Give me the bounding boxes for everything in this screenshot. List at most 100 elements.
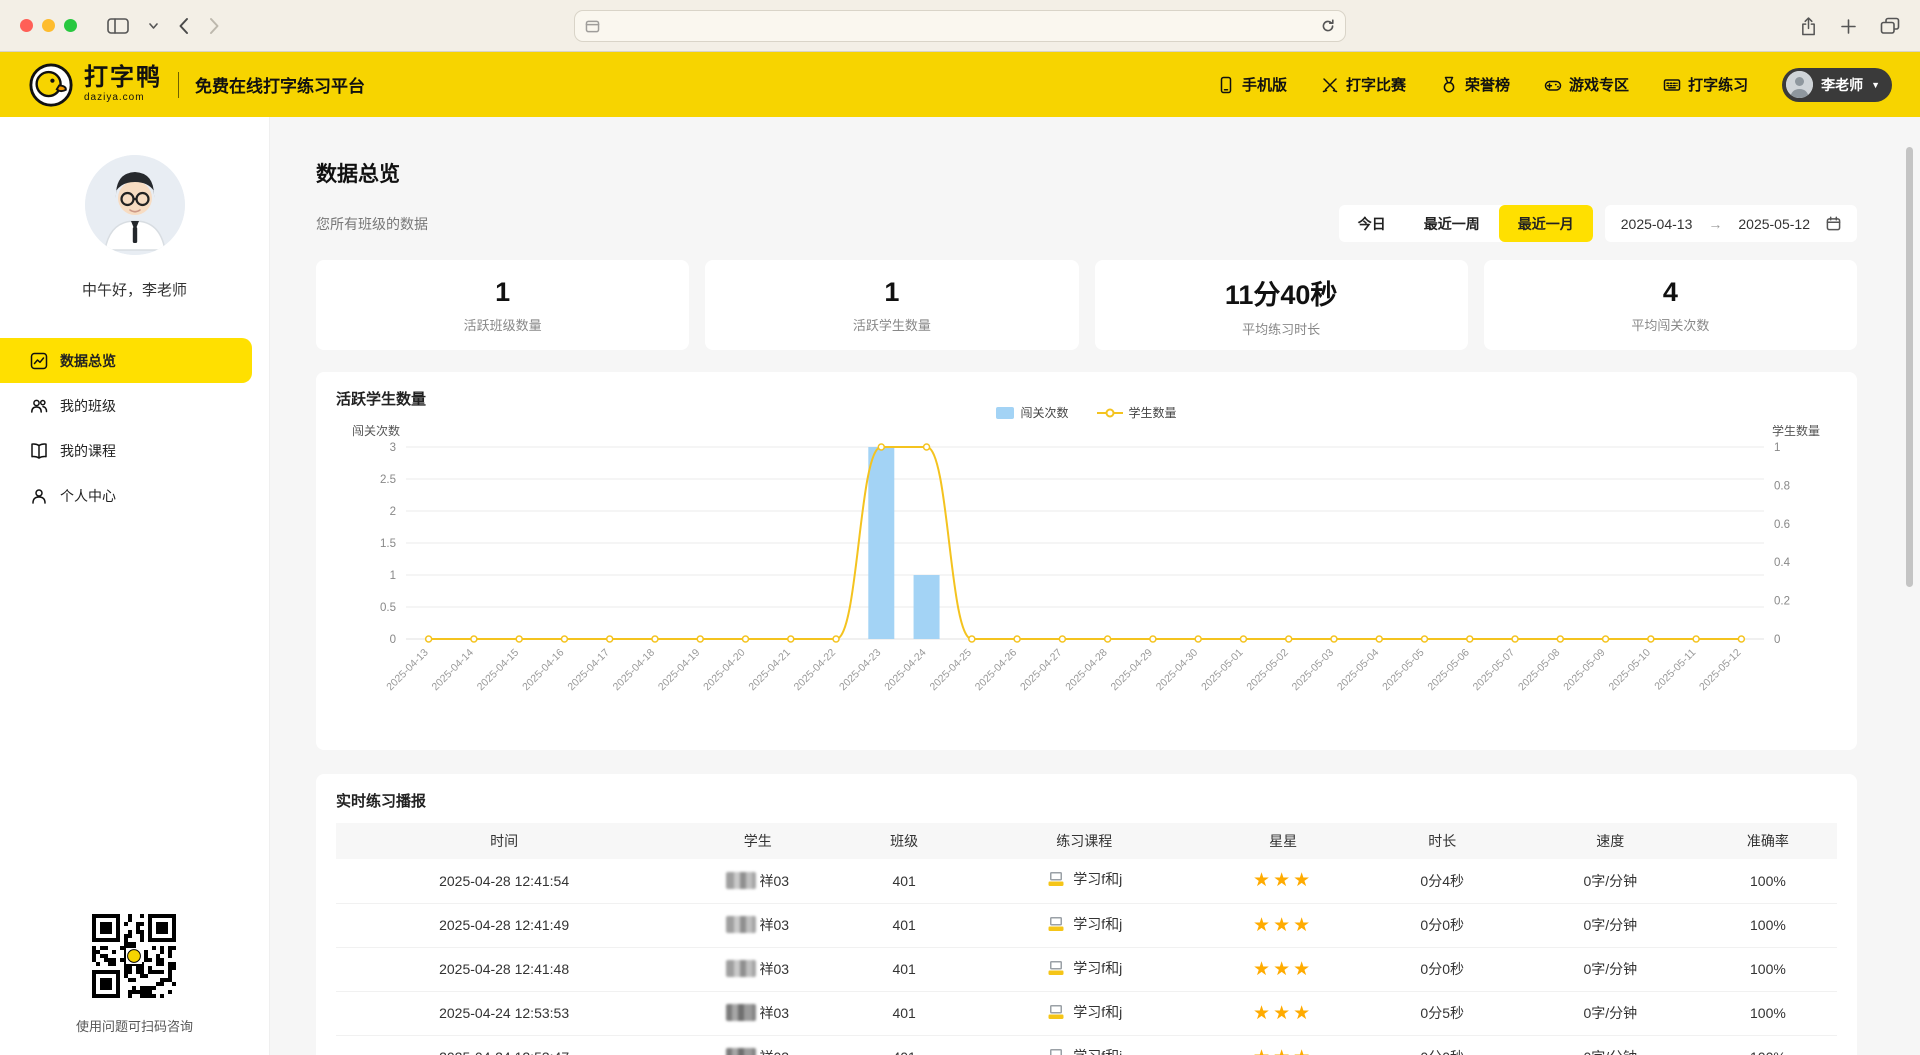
cell-course: 学习f和j [965, 947, 1204, 991]
sidebar: 中午好，李老师 数据总览 我的班级 [0, 117, 270, 1055]
brand-logo[interactable]: 打字鸭 daziya.com [28, 62, 162, 108]
nav-link-mobile[interactable]: 手机版 [1217, 74, 1287, 95]
redacted-name [726, 1048, 756, 1055]
svg-text:2025-04-15: 2025-04-15 [475, 647, 522, 694]
range-tab-today[interactable]: 今日 [1339, 205, 1405, 242]
back-button[interactable] [178, 17, 189, 35]
svg-text:0: 0 [390, 634, 396, 646]
svg-text:2025-04-13: 2025-04-13 [384, 647, 431, 694]
nav-link-practice[interactable]: 打字练习 [1663, 74, 1748, 95]
range-tab-month[interactable]: 最近一月 [1499, 205, 1593, 242]
share-button[interactable] [1800, 16, 1817, 37]
stat-label: 活跃班级数量 [464, 315, 542, 334]
sidebar-item-overview[interactable]: 数据总览 [0, 338, 252, 383]
medal-icon [1440, 76, 1458, 94]
svg-text:0.6: 0.6 [1774, 519, 1790, 531]
svg-text:0.4: 0.4 [1774, 557, 1791, 569]
sidebar-item-label: 数据总览 [60, 351, 116, 371]
cell-stars: ★★★ [1204, 991, 1363, 1035]
svg-text:2025-04-27: 2025-04-27 [1018, 647, 1065, 694]
cell-class: 401 [843, 859, 965, 903]
cell-duration: 0分0秒 [1363, 947, 1522, 991]
nav-links: 手机版 打字比赛 荣誉榜 游戏专区 [1217, 74, 1748, 95]
teacher-avatar [85, 155, 185, 255]
class-icon [30, 397, 48, 415]
minimize-window-button[interactable] [42, 19, 55, 32]
user-menu[interactable]: 李老师 ▼ [1782, 68, 1892, 102]
svg-text:2025-04-14: 2025-04-14 [430, 647, 477, 694]
sidebar-menu: 数据总览 我的班级 我的课程 [0, 338, 269, 518]
nav-link-games[interactable]: 游戏专区 [1544, 74, 1629, 95]
date-end: 2025-05-12 [1738, 216, 1810, 232]
sidebar-item-courses[interactable]: 我的课程 [0, 428, 269, 473]
date-range-picker[interactable]: 2025-04-13 → 2025-05-12 [1605, 205, 1857, 242]
cell-time: 2025-04-28 12:41:54 [336, 859, 672, 903]
table-row: 2025-04-24 12:53:47 祥03 401 学习f和j ★★★ 0分… [336, 1035, 1837, 1055]
refresh-button[interactable] [1321, 19, 1335, 33]
course-icon [1046, 1002, 1066, 1022]
chart-legend: 闯关次数 学生数量 [316, 404, 1857, 421]
legend-item-students[interactable]: 学生数量 [1097, 404, 1177, 421]
divider [178, 72, 179, 98]
activity-chart-card: 活跃学生数量 闯关次数 学生数量 00.511.522.5300.20.40.6… [316, 372, 1857, 750]
stat-card: 1 活跃学生数量 [705, 260, 1078, 350]
sidebar-item-profile[interactable]: 个人中心 [0, 473, 269, 518]
phone-icon [1217, 76, 1235, 94]
cell-duration: 0分4秒 [1363, 859, 1522, 903]
line-swatch-icon [1097, 407, 1123, 419]
svg-text:2: 2 [390, 506, 396, 518]
brand-name: 打字鸭 [84, 66, 162, 90]
column-header: 学生 [672, 823, 843, 859]
stat-value: 4 [1663, 277, 1678, 308]
new-tab-button[interactable] [1841, 19, 1856, 34]
svg-text:2025-04-23: 2025-04-23 [837, 647, 884, 694]
range-segmented-control: 今日 最近一周 最近一月 [1339, 205, 1593, 242]
column-header: 练习课程 [965, 823, 1204, 859]
url-bar[interactable] [574, 10, 1346, 42]
tab-overview-button[interactable] [1880, 17, 1900, 35]
scrollbar-thumb[interactable] [1906, 147, 1913, 587]
redacted-name [726, 916, 756, 933]
svg-text:学生数量: 学生数量 [1772, 425, 1820, 438]
range-tab-week[interactable]: 最近一周 [1405, 205, 1499, 242]
site-navbar: 打字鸭 daziya.com 免费在线打字练习平台 手机版 打字比赛 [0, 52, 1920, 117]
nav-link-honor[interactable]: 荣誉榜 [1440, 74, 1510, 95]
cell-course: 学习f和j [965, 1035, 1204, 1055]
chevron-down-icon[interactable] [149, 23, 158, 29]
dashboard-icon [30, 352, 48, 370]
activity-chart: 00.511.522.5300.20.40.60.81闯关次数学生数量2025-… [336, 425, 1837, 720]
svg-text:2025-04-24: 2025-04-24 [882, 647, 929, 694]
column-header: 时间 [336, 823, 672, 859]
svg-text:2025-05-08: 2025-05-08 [1516, 647, 1563, 694]
close-window-button[interactable] [20, 19, 33, 32]
nav-link-contest[interactable]: 打字比赛 [1321, 74, 1406, 95]
svg-text:2025-05-05: 2025-05-05 [1380, 647, 1427, 694]
cell-course: 学习f和j [965, 991, 1204, 1035]
cell-course: 学习f和j [965, 859, 1204, 903]
stat-label: 活跃学生数量 [853, 315, 931, 334]
cell-speed: 0字/分钟 [1522, 1035, 1699, 1055]
practice-table-body: 2025-04-28 12:41:54 祥03 401 学习f和j ★★★ 0分… [336, 859, 1837, 1055]
cell-student: 祥03 [672, 903, 843, 947]
cell-speed: 0字/分钟 [1522, 903, 1699, 947]
stat-label: 平均闯关次数 [1631, 315, 1709, 334]
legend-item-attempts[interactable]: 闯关次数 [996, 404, 1068, 421]
cell-student: 祥03 [672, 991, 843, 1035]
sidebar-toggle-button[interactable] [107, 18, 129, 34]
cell-student: 祥03 [672, 1035, 843, 1055]
sidebar-item-label: 个人中心 [60, 486, 116, 506]
maximize-window-button[interactable] [64, 19, 77, 32]
cell-speed: 0字/分钟 [1522, 947, 1699, 991]
cell-accuracy: 100% [1699, 859, 1837, 903]
cell-time: 2025-04-28 12:41:49 [336, 903, 672, 947]
cell-class: 401 [843, 947, 965, 991]
table-row: 2025-04-24 12:53:53 祥03 401 学习f和j ★★★ 0分… [336, 991, 1837, 1035]
sidebar-item-classes[interactable]: 我的班级 [0, 383, 269, 428]
filters: 今日 最近一周 最近一月 2025-04-13 → 2025-05-12 [1339, 205, 1857, 242]
stat-value: 1 [495, 277, 510, 308]
svg-text:2025-05-10: 2025-05-10 [1606, 647, 1653, 694]
qr-code [92, 914, 176, 998]
forward-button[interactable] [209, 17, 220, 35]
page-preview-icon [585, 20, 600, 33]
date-start: 2025-04-13 [1621, 216, 1693, 232]
